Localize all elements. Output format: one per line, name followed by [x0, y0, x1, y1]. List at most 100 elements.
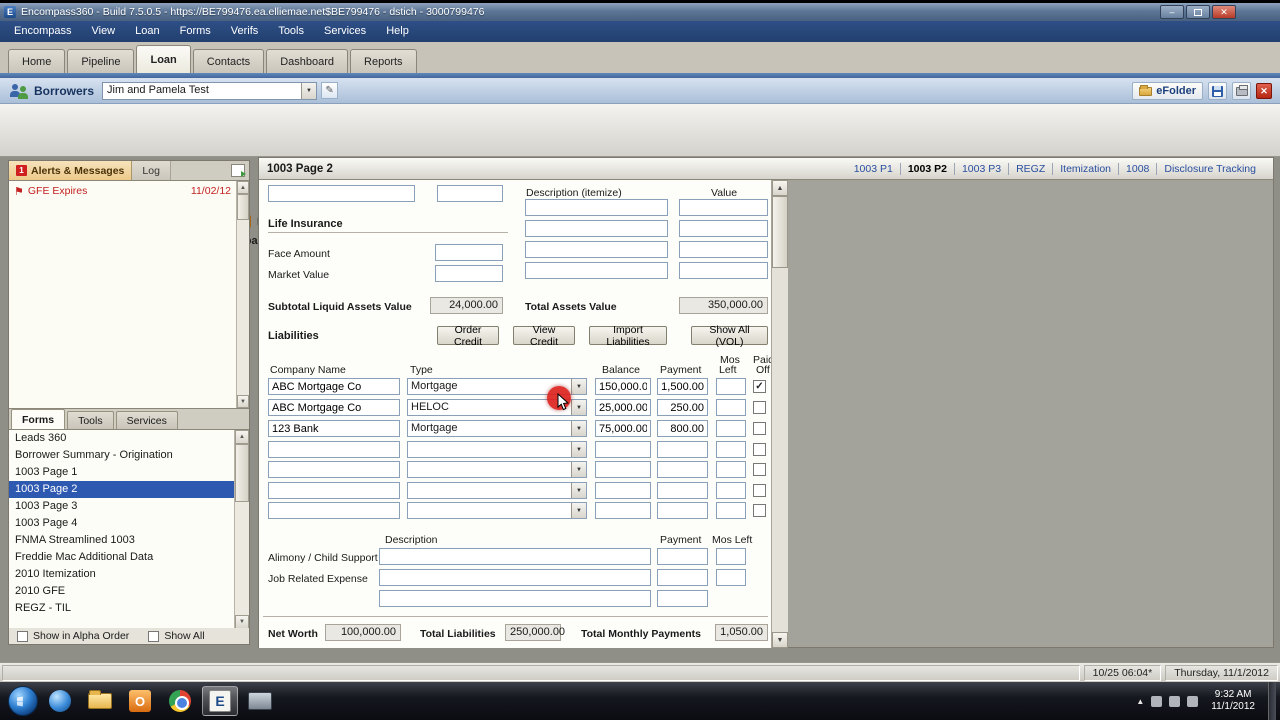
link-1003-p2[interactable]: 1003 P2 — [899, 162, 954, 175]
link-1008[interactable]: 1008 — [1118, 162, 1156, 175]
paid-off-checkbox[interactable] — [753, 504, 766, 517]
scroll-thumb[interactable] — [772, 196, 788, 268]
mos-left-input[interactable] — [716, 482, 746, 499]
chevron-down-icon[interactable]: ▼ — [571, 462, 586, 477]
menu-help[interactable]: Help — [376, 21, 419, 42]
chevron-down-icon[interactable]: ▼ — [571, 400, 586, 415]
company-name-input[interactable] — [268, 502, 400, 519]
import-liabilities-button[interactable]: Import Liabilities — [589, 324, 667, 348]
company-name-input[interactable] — [268, 399, 400, 416]
chevron-down-icon[interactable]: ▼ — [571, 421, 586, 436]
market-value-input[interactable] — [435, 265, 503, 282]
export-alerts-icon[interactable] — [231, 164, 246, 177]
taskbar-explorer[interactable] — [82, 686, 118, 716]
company-name-input[interactable] — [268, 378, 400, 395]
scroll-thumb[interactable] — [237, 194, 249, 220]
itemize-value-input[interactable] — [679, 220, 768, 237]
liability-type-select[interactable]: ▼ — [407, 461, 587, 478]
tab-dashboard[interactable]: Dashboard — [266, 49, 349, 73]
link-regz[interactable]: REGZ — [1008, 162, 1052, 175]
form-item-1003-page-2[interactable]: 1003 Page 2 — [9, 481, 249, 498]
show-alpha-checkbox[interactable] — [17, 630, 28, 642]
itemize-description-input[interactable] — [525, 220, 668, 237]
hidden-icons-chevron[interactable]: ▲ — [1136, 697, 1144, 706]
mos-left-input[interactable] — [716, 378, 746, 395]
form-item-1003-page-3[interactable]: 1003 Page 3 — [9, 498, 249, 515]
order-credit-button[interactable]: Order Credit — [437, 324, 499, 348]
balance-input[interactable] — [595, 461, 651, 478]
menu-tools[interactable]: Tools — [268, 21, 314, 42]
paid-off-checkbox[interactable] — [753, 443, 766, 456]
maximize-button[interactable] — [1186, 5, 1210, 19]
alerts-scrollbar[interactable]: ▲ ▼ — [236, 181, 249, 408]
link-itemization[interactable]: Itemization — [1052, 162, 1118, 175]
link-1003-p3[interactable]: 1003 P3 — [953, 162, 1008, 175]
form-item-borrower-summary[interactable]: Borrower Summary - Origination — [9, 447, 249, 464]
scroll-up-icon[interactable]: ▲ — [235, 430, 249, 444]
payment-input[interactable] — [657, 461, 708, 478]
scroll-up-icon[interactable]: ▲ — [772, 180, 788, 196]
itemize-value-input[interactable] — [679, 241, 768, 258]
form-item-2010-itemization[interactable]: 2010 Itemization — [9, 566, 249, 583]
scroll-down-icon[interactable]: ▼ — [772, 632, 788, 648]
payment-input[interactable] — [657, 420, 708, 437]
tab-pipeline[interactable]: Pipeline — [67, 49, 135, 73]
balance-input[interactable] — [595, 482, 651, 499]
link-disclosure-tracking[interactable]: Disclosure Tracking — [1156, 162, 1263, 175]
paid-off-checkbox[interactable]: ✓ — [753, 380, 766, 393]
tab-contacts[interactable]: Contacts — [192, 49, 265, 73]
scroll-up-icon[interactable]: ▲ — [237, 181, 249, 194]
efolder-button[interactable]: eFolder — [1132, 82, 1203, 100]
company-name-input[interactable] — [268, 461, 400, 478]
tab-tools[interactable]: Tools — [67, 411, 114, 429]
payment-input[interactable] — [657, 482, 708, 499]
alimony-mos-left-input[interactable] — [716, 548, 746, 565]
form-item-fnma-streamlined[interactable]: FNMA Streamlined 1003 — [9, 532, 249, 549]
form-item-2010-gfe[interactable]: 2010 GFE — [9, 583, 249, 600]
company-name-input[interactable] — [268, 441, 400, 458]
tab-forms[interactable]: Forms — [11, 409, 66, 429]
itemize-value-input[interactable] — [679, 199, 768, 216]
job-expense-mos-left-input[interactable] — [716, 569, 746, 586]
network-icon[interactable] — [1169, 695, 1181, 707]
form-item-freddie-mac[interactable]: Freddie Mac Additional Data — [9, 549, 249, 566]
taskbar-clock[interactable]: 9:32 AM 11/1/2012 — [1205, 689, 1261, 713]
menu-encompass[interactable]: Encompass — [4, 21, 81, 42]
asset-value-input[interactable] — [437, 185, 503, 202]
face-amount-input[interactable] — [435, 244, 503, 261]
taskbar-window-preview[interactable] — [242, 686, 278, 716]
borrower-select[interactable]: Jim and Pamela Test ▼ — [102, 81, 318, 100]
form-item-leads360[interactable]: Leads 360 — [9, 430, 249, 447]
alimony-payment-input[interactable] — [657, 548, 708, 565]
itemize-description-input[interactable] — [525, 241, 668, 258]
start-button[interactable] — [8, 686, 38, 716]
payment-input[interactable] — [657, 441, 708, 458]
tab-alerts-messages[interactable]: 1 Alerts & Messages — [9, 161, 133, 180]
liability-type-select[interactable]: ▼ — [407, 502, 587, 519]
taskbar-media-player[interactable] — [42, 686, 78, 716]
tab-reports[interactable]: Reports — [350, 49, 417, 73]
balance-input[interactable] — [595, 378, 651, 395]
mos-left-input[interactable] — [716, 502, 746, 519]
menu-forms[interactable]: Forms — [170, 21, 221, 42]
menu-verifs[interactable]: Verifs — [221, 21, 269, 42]
form-item-1003-page-4[interactable]: 1003 Page 4 — [9, 515, 249, 532]
show-desktop-button[interactable] — [1268, 682, 1276, 720]
job-expense-description-input[interactable] — [379, 590, 651, 607]
payment-input[interactable] — [657, 502, 708, 519]
chevron-down-icon[interactable]: ▼ — [571, 503, 586, 518]
menu-view[interactable]: View — [81, 21, 125, 42]
payment-input[interactable] — [657, 399, 708, 416]
scroll-down-icon[interactable]: ▼ — [235, 615, 249, 628]
taskbar-chrome[interactable] — [162, 686, 198, 716]
form-item-regz-til[interactable]: REGZ - TIL — [9, 600, 249, 617]
taskbar-encompass[interactable]: E — [202, 686, 238, 716]
balance-input[interactable] — [595, 441, 651, 458]
itemize-value-input[interactable] — [679, 262, 768, 279]
tab-log[interactable]: Log — [132, 161, 171, 180]
chevron-down-icon[interactable]: ▼ — [571, 379, 586, 394]
payment-input[interactable] — [657, 378, 708, 395]
tab-services[interactable]: Services — [115, 411, 178, 429]
chevron-down-icon[interactable]: ▼ — [301, 82, 317, 99]
view-credit-button[interactable]: View Credit — [513, 324, 575, 348]
